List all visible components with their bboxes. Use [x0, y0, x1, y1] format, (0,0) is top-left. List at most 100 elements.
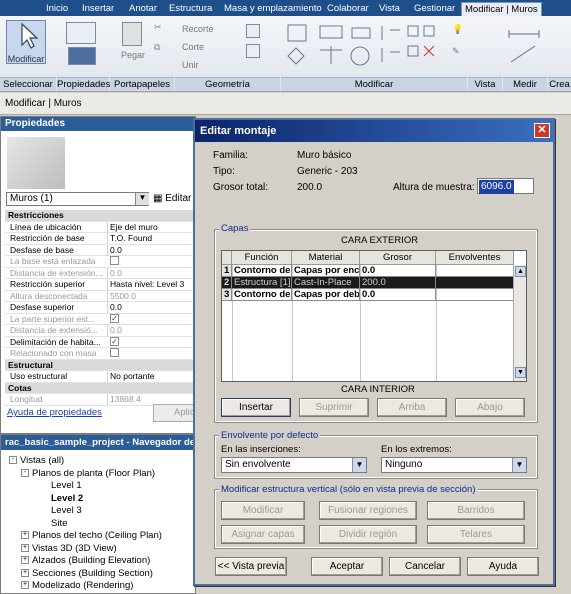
property-value[interactable]: 0.0: [107, 267, 193, 279]
modify-button[interactable]: Modificar: [6, 20, 46, 64]
tree-node[interactable]: Level 2: [51, 493, 83, 505]
layer-mat-cell[interactable]: Cast-In-Place: [292, 277, 360, 288]
tab-vista[interactable]: Vista: [376, 2, 403, 16]
cope-button[interactable]: Recorte: [182, 24, 214, 34]
expand-icon[interactable]: +: [21, 556, 29, 565]
preview-button[interactable]: << Vista previa: [215, 557, 287, 576]
at-ends-select[interactable]: Ninguno ▼: [381, 457, 527, 473]
layer-thick-cell[interactable]: 0.0: [360, 289, 436, 300]
property-checkbox[interactable]: [110, 336, 119, 346]
layer-mat-cell[interactable]: Capas por deb: [292, 289, 360, 300]
ok-button[interactable]: Aceptar: [311, 557, 383, 576]
paste-icon[interactable]: [122, 22, 142, 46]
cancel-button[interactable]: Cancelar: [389, 557, 461, 576]
copy-icon[interactable]: ⧉: [154, 42, 160, 53]
layer-wrap-cell[interactable]: [436, 277, 514, 288]
delete-button[interactable]: Suprimir: [299, 398, 369, 417]
layers-scrollbar[interactable]: ▲ ▼: [513, 265, 526, 381]
measure-icon[interactable]: [505, 22, 545, 68]
property-checkbox[interactable]: [110, 256, 119, 265]
property-row[interactable]: Restricción de base T.O. Found: [5, 233, 193, 245]
expand-icon[interactable]: +: [21, 543, 29, 552]
down-button[interactable]: Abajo: [455, 398, 525, 417]
layer-row[interactable]: 3Contorno del nCapas por deb0.0: [222, 289, 514, 301]
tree-node[interactable]: Site: [51, 518, 67, 530]
property-value[interactable]: 0.0: [107, 325, 193, 336]
property-row[interactable]: Uso estructural No portante: [5, 371, 193, 383]
modify-tools-icons[interactable]: [286, 22, 441, 72]
expand-icon[interactable]: +: [21, 568, 29, 577]
apply-button[interactable]: Aplicar: [153, 404, 203, 422]
properties-icon[interactable]: [68, 47, 96, 65]
join-button[interactable]: Unir: [182, 60, 199, 70]
collapse-icon[interactable]: -: [9, 456, 17, 465]
property-row[interactable]: La base está enlazada: [5, 256, 193, 268]
modify-vertical-button[interactable]: Modificar: [221, 501, 305, 520]
property-value[interactable]: T.O. Found: [107, 233, 193, 244]
tree-node[interactable]: - Vistas (all): [9, 455, 64, 467]
geometry-icon-1[interactable]: [246, 24, 260, 38]
layer-n-cell[interactable]: 3: [222, 289, 232, 300]
tab-inicio[interactable]: Inicio: [43, 2, 71, 16]
edit-type-button[interactable]: ▦ Editar: [153, 192, 191, 206]
property-section[interactable]: Restricciones: [5, 210, 193, 222]
property-row[interactable]: Desfase superior 0.0: [5, 302, 193, 314]
property-row[interactable]: La parte superior est...: [5, 313, 193, 325]
cut-icon[interactable]: ✂: [154, 22, 162, 33]
property-row[interactable]: Delimitación de habita...: [5, 336, 193, 348]
tab-masa[interactable]: Masa y emplazamiento: [221, 2, 325, 16]
chevron-down-icon[interactable]: ▼: [135, 193, 149, 205]
tree-node[interactable]: Level 1: [51, 480, 82, 492]
tree-node[interactable]: Level 3: [51, 505, 82, 517]
property-value[interactable]: 5500.0: [107, 290, 193, 302]
layer-n-cell[interactable]: 1: [222, 265, 232, 276]
property-value[interactable]: Eje del muro: [107, 221, 193, 233]
layer-func-cell[interactable]: Contorno del n: [232, 265, 292, 276]
paste-button[interactable]: Pegar: [121, 50, 145, 60]
expand-icon[interactable]: +: [21, 531, 29, 540]
tree-node[interactable]: + Vistas 3D (3D View): [21, 543, 117, 555]
property-row[interactable]: Altura desconectada 5500.0: [5, 290, 193, 302]
layer-row[interactable]: 1Contorno del nCapas por enci0.0: [222, 265, 514, 277]
layer-mat-cell[interactable]: Capas por enci: [292, 265, 360, 276]
expand-icon[interactable]: +: [21, 581, 29, 590]
tree-node[interactable]: + Planos del techo (Ceiling Plan): [21, 530, 162, 542]
close-icon[interactable]: ✕: [534, 123, 550, 138]
layer-thick-cell[interactable]: 0.0: [360, 265, 436, 276]
property-section[interactable]: Cotas: [5, 382, 193, 394]
property-value[interactable]: 0.0: [107, 244, 193, 256]
tab-modificar-muros[interactable]: Modificar | Muros: [461, 2, 542, 16]
collapse-icon[interactable]: -: [21, 468, 29, 477]
property-checkbox[interactable]: [110, 348, 119, 357]
property-checkbox[interactable]: [110, 313, 119, 323]
tree-node[interactable]: - Planos de planta (Floor Plan): [21, 468, 155, 480]
layer-func-cell[interactable]: Contorno del n: [232, 289, 292, 300]
at-inserts-select[interactable]: Sin envolvente ▼: [221, 457, 367, 473]
view-icon-1[interactable]: 💡: [452, 24, 463, 35]
property-section[interactable]: Estructural: [5, 359, 193, 371]
property-row[interactable]: Desfase de base 0.0: [5, 244, 193, 256]
up-button[interactable]: Arriba: [377, 398, 447, 417]
tab-insertar[interactable]: Insertar: [79, 2, 117, 16]
scroll-up-icon[interactable]: ▲: [515, 266, 526, 277]
type-selector[interactable]: Muros (1): [6, 192, 149, 206]
layer-row[interactable]: 2 Estructura [1] Cast-In-Place 200.0: [222, 277, 514, 289]
property-row[interactable]: Distancia de extensión... 0.0: [5, 267, 193, 279]
layer-n-cell[interactable]: 2: [222, 277, 232, 288]
property-value[interactable]: No portante: [107, 371, 193, 382]
insert-button[interactable]: Insertar: [221, 398, 291, 417]
sample-height-input[interactable]: 6096.0: [477, 178, 534, 194]
tab-colaborar[interactable]: Colaborar: [324, 2, 372, 16]
property-row[interactable]: Distancia de extensió... 0.0: [5, 325, 193, 337]
property-value[interactable]: 0.0: [107, 302, 193, 313]
property-row[interactable]: Relacionado con masa: [5, 348, 193, 360]
layer-func-cell[interactable]: Estructura [1]: [232, 277, 292, 288]
layer-wrap-cell[interactable]: [436, 265, 514, 276]
assign-layers-button[interactable]: Asignar capas: [221, 525, 305, 544]
reveals-button[interactable]: Telares: [427, 525, 525, 544]
tab-anotar[interactable]: Anotar: [126, 2, 160, 16]
scroll-down-icon[interactable]: ▼: [515, 367, 526, 378]
merge-regions-button[interactable]: Fusionar regiones: [319, 501, 417, 520]
property-row[interactable]: Línea de ubicación Eje del muro: [5, 221, 193, 233]
help-button[interactable]: Ayuda: [467, 557, 539, 576]
